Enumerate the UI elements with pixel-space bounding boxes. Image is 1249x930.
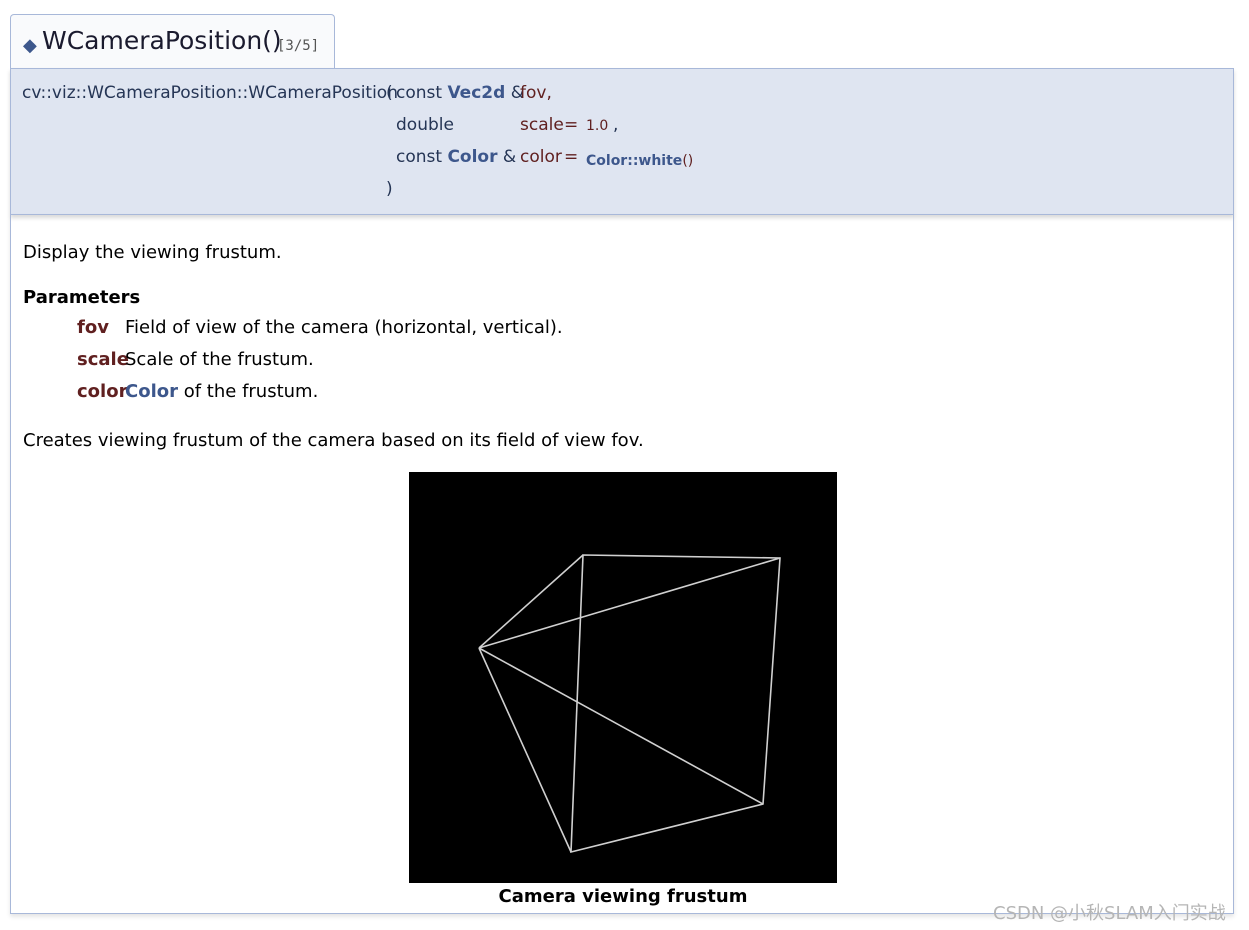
frustum-image <box>409 472 837 883</box>
open-paren: ( <box>386 83 393 103</box>
details-text: Creates viewing frustum of the camera ba… <box>23 430 644 451</box>
color-white-link[interactable]: Color::white <box>586 153 682 169</box>
brief-description: Display the viewing frustum. <box>23 242 282 263</box>
close-paren: ) <box>386 179 393 199</box>
param-color-label: color <box>77 381 128 402</box>
param-color-name: color <box>520 147 562 167</box>
member-tab: ◆ WCameraPosition() [3/5] <box>10 14 335 70</box>
param-scale-default: 1.0 <box>586 118 609 134</box>
frustum-edge <box>478 557 781 649</box>
param-color-desc: Color of the frustum. <box>125 381 319 402</box>
frustum-wireframe <box>478 554 781 854</box>
param-color-default: Color::white() <box>586 153 694 169</box>
param-fov-desc: Field of view of the camera (horizontal,… <box>125 317 563 338</box>
function-prototype: cv::viz::WCameraPosition::WCameraPositio… <box>10 68 1234 215</box>
param-scale-comma: , <box>613 115 619 135</box>
qualified-name: cv::viz::WCameraPosition::WCameraPositio… <box>22 83 398 103</box>
member-documentation: Display the viewing frustum. Parameters … <box>10 214 1234 914</box>
param-scale-desc: Scale of the frustum. <box>125 349 314 370</box>
param-color-eq: = <box>564 147 579 167</box>
overload-indicator: [3/5] <box>277 38 320 54</box>
frustum-far-plane <box>570 554 781 854</box>
param-fov-name: fov, <box>520 83 552 103</box>
frustum-edge <box>478 647 764 805</box>
param-scale-type: double <box>396 115 454 135</box>
frustum-edge <box>478 647 572 853</box>
param-fov-type: const Vec2d & <box>396 83 524 103</box>
frustum-edge <box>478 554 584 649</box>
param-scale-label: scale <box>77 349 129 370</box>
member-title: WCameraPosition() <box>42 26 282 55</box>
param-fov-label: fov <box>77 317 109 338</box>
param-color-type: const Color & <box>396 147 517 167</box>
watermark: CSDN @小秋SLAM入门实战 <box>993 903 1226 924</box>
param-scale-name: scale <box>520 115 564 135</box>
color-class-link[interactable]: Color <box>125 381 178 402</box>
diamond-icon: ◆ <box>23 35 37 56</box>
params-heading: Parameters <box>23 287 141 308</box>
color-link[interactable]: Color <box>447 147 497 167</box>
param-scale-eq: = <box>564 115 579 135</box>
vec2d-link[interactable]: Vec2d <box>447 83 505 103</box>
